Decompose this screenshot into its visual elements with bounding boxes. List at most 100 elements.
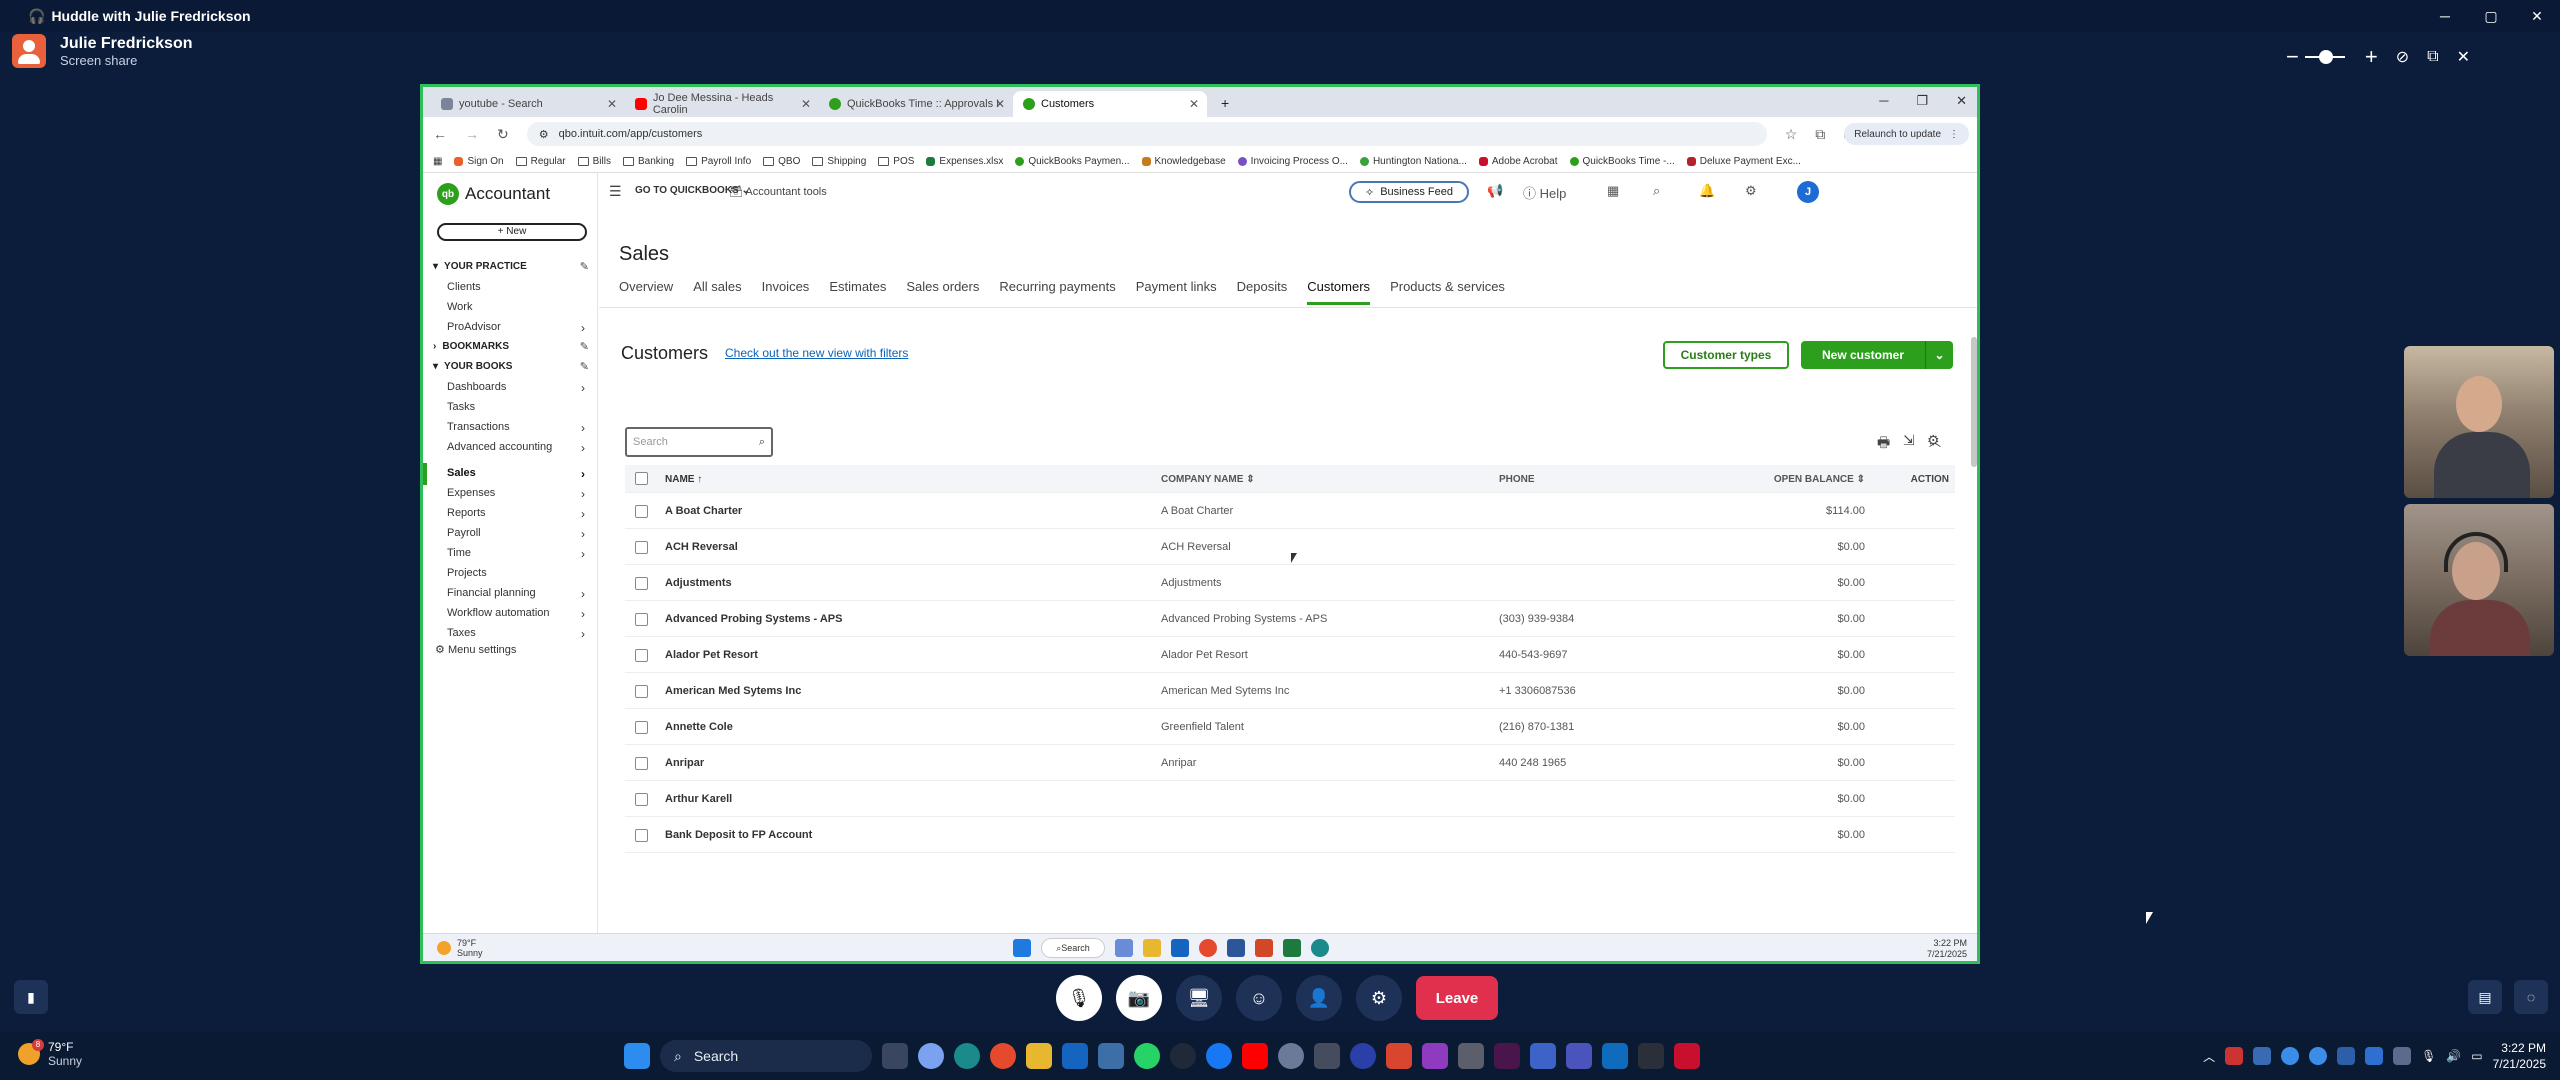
zoom-in-icon[interactable]: + (2365, 44, 2378, 70)
weather-widget[interactable]: 79°F Sunny (437, 938, 483, 958)
table-row[interactable]: Alador Pet Resort Alador Pet Resort 440-54… (625, 637, 1955, 673)
file-explorer-icon[interactable] (1143, 939, 1161, 957)
edge-icon[interactable] (954, 1043, 980, 1069)
new-tab-button[interactable]: + (1207, 95, 1243, 117)
minimize-button[interactable]: ─ (2422, 0, 2468, 32)
sidebar-item-work[interactable]: Work (447, 301, 593, 313)
outlook-icon[interactable] (1171, 939, 1189, 957)
bookmark-item[interactable]: Payroll Info (686, 156, 751, 167)
search-icon[interactable]: ⌕ (1653, 183, 1660, 199)
sidebar-item-time[interactable]: Time › (447, 547, 593, 561)
bookmark-item[interactable]: Shipping (812, 156, 866, 167)
zoom-icon[interactable] (1170, 1043, 1196, 1069)
system-clock[interactable]: 3:22 PM 7/21/2025 (2493, 1040, 2546, 1072)
settings-icon[interactable] (1530, 1043, 1556, 1069)
new-view-link[interactable]: Check out the new view with filters (725, 346, 908, 360)
address-field[interactable]: ⚙ qbo.intuit.com/app/customers (526, 122, 1767, 146)
col-name[interactable]: NAME ↑ (665, 474, 702, 485)
col-company[interactable]: COMPANY NAME ⇕ (1161, 474, 1255, 485)
bookmark-item[interactable]: Adobe Acrobat (1478, 156, 1558, 167)
table-row[interactable]: Adjustments Adjustments $0.00 (625, 565, 1955, 601)
zoom-out-icon[interactable]: − (2286, 44, 2299, 70)
sidebar-item-sales[interactable]: Sales › (447, 467, 593, 481)
col-open-balance[interactable]: OPEN BALANCE ⇕ (1774, 474, 1865, 485)
customer-name[interactable]: Alador Pet Resort (665, 649, 758, 661)
chevron-up-icon[interactable]: ︿ (2203, 1048, 2215, 1065)
tray-icon[interactable] (2225, 1047, 2244, 1065)
volume-icon[interactable]: 🔊 (2446, 1049, 2461, 1063)
pointer-off-icon[interactable]: ⊘ (2396, 47, 2409, 67)
search-input[interactable]: Search ⌕ (625, 427, 773, 457)
camera-button[interactable]: 📷 (1116, 975, 1162, 1021)
close-tab-icon[interactable]: ✕ (801, 97, 811, 111)
menu-icon[interactable]: ☰ (609, 183, 622, 200)
new-button[interactable]: + New (437, 223, 587, 241)
sidebar-item-proadvisor[interactable]: ProAdvisor › (447, 321, 593, 335)
copilot-icon[interactable] (1115, 939, 1133, 957)
microphone-icon[interactable]: 🎙 (2421, 1049, 2436, 1063)
microphone-button[interactable]: 🎙 (1056, 975, 1102, 1021)
sidebar-item-tasks[interactable]: Tasks (447, 401, 593, 413)
tab-estimates[interactable]: Estimates (829, 279, 886, 305)
gear-icon[interactable]: ⚙ (1745, 183, 1757, 199)
table-row[interactable]: American Med Sytems Inc American Med Syte… (625, 673, 1955, 709)
customer-types-button[interactable]: Customer types (1663, 341, 1789, 369)
close-share-icon[interactable]: ✕ (2457, 47, 2470, 67)
row-checkbox[interactable] (635, 541, 648, 554)
menu-settings-button[interactable]: ⚙ Menu settings (435, 643, 581, 656)
close-tab-icon[interactable]: ✕ (1189, 97, 1199, 111)
popout-icon[interactable]: ⧉ (2427, 48, 2438, 66)
bluetooth-icon[interactable] (2365, 1047, 2384, 1065)
taskbar-search[interactable]: ⌕ Search (1041, 938, 1105, 958)
tab-payment-links[interactable]: Payment links (1136, 279, 1217, 305)
reactions-button[interactable]: ☺ (1236, 975, 1282, 1021)
browser-tab[interactable]: QuickBooks Time :: Approvals I ✕ (819, 91, 1013, 117)
edit-icon[interactable]: ✎ (580, 340, 589, 353)
row-checkbox[interactable] (635, 649, 648, 662)
section-bookmarks[interactable]: › BOOKMARKS ✎ (433, 340, 593, 353)
sidebar-item-workflow-automation[interactable]: Workflow automation › (447, 607, 593, 621)
megaphone-icon[interactable]: 📢 (1487, 183, 1503, 199)
outlook-icon[interactable] (1062, 1043, 1088, 1069)
tab-overview[interactable]: Overview (619, 279, 673, 305)
table-row[interactable]: Advanced Probing Systems - APS Advanced P… (625, 601, 1955, 637)
bookmark-item[interactable]: Regular (515, 156, 566, 167)
qbo-logo[interactable]: qb Accountant (437, 183, 550, 205)
tray-icon[interactable] (2337, 1047, 2356, 1065)
teams-icon[interactable] (1566, 1043, 1592, 1069)
chevron-down-icon[interactable]: ⌄ (1925, 341, 1953, 369)
print-icon[interactable]: 🖶 (1877, 432, 1890, 456)
outlook-icon[interactable] (1602, 1043, 1628, 1069)
table-row[interactable]: Anripar Anripar 440 248 1965 $0.00 (625, 745, 1955, 781)
back-icon[interactable]: ← (433, 126, 447, 142)
edit-icon[interactable]: ✎ (580, 260, 589, 273)
powerpoint-icon[interactable] (1255, 939, 1273, 957)
help-button[interactable]: ⓘ Help (1523, 183, 1566, 202)
weather-widget[interactable]: 8 79°F Sunny (18, 1039, 82, 1068)
section-your-practice[interactable]: ▾ YOUR PRACTICE ✎ (433, 260, 593, 273)
bookmark-item[interactable]: Banking (622, 156, 674, 167)
site-info-icon[interactable]: ⚙ (539, 128, 549, 141)
gear-icon[interactable]: ⚙ (1927, 432, 1940, 449)
close-tab-icon[interactable]: ✕ (607, 97, 617, 111)
bookmark-item[interactable]: Invoicing Process O... (1237, 156, 1348, 167)
battery-icon[interactable]: ▭ (2471, 1049, 2482, 1063)
file-explorer-icon[interactable] (1026, 1043, 1052, 1069)
table-row[interactable]: A Boat Charter A Boat Charter $114.00 (625, 493, 1955, 529)
chrome-icon[interactable] (990, 1043, 1016, 1069)
signal-icon[interactable]: ▮ (14, 980, 48, 1014)
row-checkbox[interactable] (635, 793, 648, 806)
table-row[interactable]: Arthur Karell $0.00 (625, 781, 1955, 817)
row-checkbox[interactable] (635, 613, 648, 626)
tab-recurring-payments[interactable]: Recurring payments (999, 279, 1115, 305)
bookmark-item[interactable]: QuickBooks Paymen... (1015, 156, 1130, 167)
customer-name[interactable]: Anripar (665, 757, 704, 769)
whatsapp-icon[interactable] (1134, 1043, 1160, 1069)
row-checkbox[interactable] (635, 829, 648, 842)
bookmark-item[interactable]: Bills (577, 156, 611, 167)
leave-button[interactable]: Leave (1416, 976, 1498, 1020)
app-icon[interactable] (1386, 1043, 1412, 1069)
forward-icon[interactable]: → (465, 126, 479, 142)
scrollbar[interactable] (1971, 337, 1977, 467)
accountant-tools-button[interactable]: 🗃 Accountant tools (729, 185, 827, 198)
